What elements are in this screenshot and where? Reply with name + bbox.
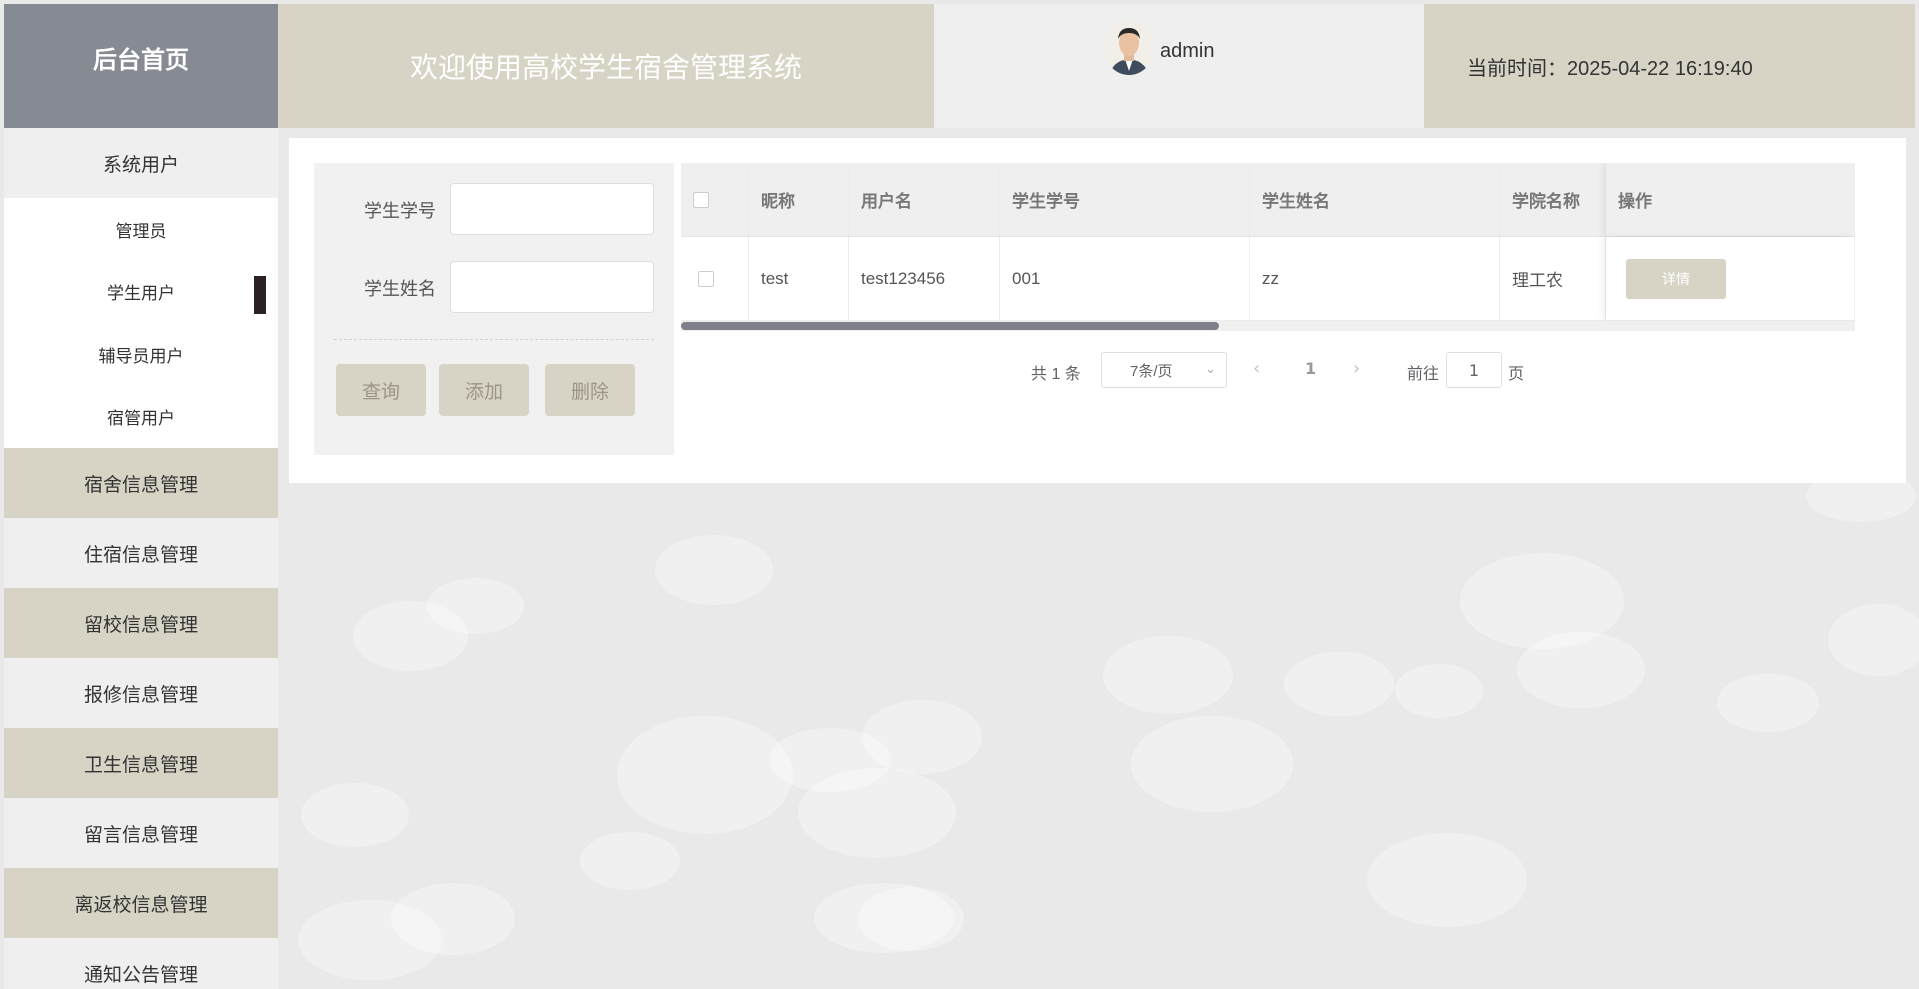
prev-page-icon[interactable]: ‹ [1253, 358, 1260, 379]
sidebar-group-system-users[interactable]: 系统用户 [4, 128, 278, 198]
sidebar-submenu: 管理员 学生用户 辅导员用户 宿管用户 [4, 198, 278, 448]
user-portrait-icon [1104, 21, 1154, 75]
column-header: 操作 [1606, 163, 1855, 236]
page-suffix: 页 [1508, 364, 1525, 383]
sidebar-item-student-users[interactable]: 学生用户 [4, 261, 278, 324]
sidebar-item-label: 学生用户 [107, 284, 175, 305]
page-size-value: 7条/页 [1130, 362, 1173, 380]
sidebar-item-admin[interactable]: 管理员 [4, 198, 278, 261]
sidebar-item-notice[interactable]: 通知公告管理 [4, 938, 278, 989]
goto-page-input[interactable]: 1 [1446, 352, 1502, 388]
chevron-down-icon: ⌄ [1205, 361, 1216, 376]
row-select-cell [681, 237, 749, 320]
sidebar-item-counselor-users[interactable]: 辅导员用户 [4, 323, 278, 386]
sidebar-item-repair-info[interactable]: 报修信息管理 [4, 658, 278, 728]
search-panel: 学生学号 学生姓名 查询 添加 删除 [314, 163, 674, 455]
student-name-label: 学生姓名 [364, 279, 436, 300]
student-no-input[interactable] [450, 183, 654, 235]
sidebar-item-message-info[interactable]: 留言信息管理 [4, 798, 278, 868]
student-no-label: 学生学号 [364, 201, 436, 222]
header-select-cell [681, 163, 749, 236]
divider [334, 339, 654, 340]
sidebar-item-dorm-info[interactable]: 宿舍信息管理 [4, 448, 278, 518]
username-cell: test123456 [849, 237, 1000, 320]
horizontal-scrollbar[interactable] [681, 321, 1855, 331]
table-row[interactable]: test test123456 001 zz 理工农 详情 [681, 237, 1855, 321]
column-header[interactable]: 用户名 [849, 163, 1000, 236]
nickname-cell: test [749, 237, 849, 320]
student-no-cell: 001 [1000, 237, 1250, 320]
sidebar: 系统用户 管理员 学生用户 辅导员用户 宿管用户 宿舍信息管理 住宿信息管理 留… [4, 128, 278, 989]
sidebar-item-stay-info[interactable]: 留校信息管理 [4, 588, 278, 658]
current-time: 当前时间：2025-04-22 16:19:40 [1424, 4, 1915, 128]
active-indicator [254, 275, 266, 314]
action-cell: 详情 [1606, 237, 1855, 320]
row-checkbox[interactable] [698, 270, 714, 287]
data-table: 昵称 用户名 学生学号 学生姓名 学院名称 操作 test test123456… [681, 163, 1855, 331]
goto-label: 前往 [1407, 364, 1440, 383]
delete-button[interactable]: 删除 [545, 364, 643, 424]
page-size-select[interactable]: 7条/页 ⌄ [1101, 352, 1227, 388]
detail-button[interactable]: 详情 [1626, 258, 1726, 299]
home-link[interactable]: 后台首页 [4, 4, 278, 128]
main-card: 学生学号 学生姓名 查询 添加 删除 昵称 用户名 学生学号 学生姓名 学院名称… [289, 138, 1906, 483]
column-header[interactable]: 学院名称 [1500, 163, 1606, 236]
college-cell: 理工农 [1500, 237, 1606, 320]
scrollbar-thumb[interactable] [681, 322, 1219, 330]
table-header: 昵称 用户名 学生学号 学生姓名 学院名称 操作 [681, 163, 1855, 237]
select-all-checkbox[interactable] [693, 191, 709, 208]
query-button[interactable]: 查询 [336, 364, 434, 424]
system-title: 欢迎使用高校学生宿舍管理系统 [278, 4, 934, 128]
student-name-cell: zz [1250, 237, 1500, 320]
sidebar-item-hygiene-info[interactable]: 卫生信息管理 [4, 728, 278, 798]
student-name-row: 学生姓名 [314, 261, 674, 313]
user-area: admin [934, 4, 1424, 128]
sidebar-item-dorm-manager-users[interactable]: 宿管用户 [4, 386, 278, 449]
next-page-icon[interactable]: › [1353, 358, 1360, 379]
sidebar-item-leave-return-info[interactable]: 离返校信息管理 [4, 868, 278, 938]
total-count: 共 1 条 [1031, 366, 1081, 383]
current-page[interactable]: 1 [1305, 359, 1316, 378]
column-header[interactable]: 学生学号 [1000, 163, 1250, 236]
column-header[interactable]: 学生姓名 [1250, 163, 1500, 236]
top-header: 后台首页 欢迎使用高校学生宿舍管理系统 admin 当前时间：2025-04-2… [0, 0, 1919, 128]
student-name-input[interactable] [450, 261, 654, 313]
student-no-row: 学生学号 [314, 183, 674, 235]
avatar[interactable] [1104, 21, 1154, 75]
column-header[interactable]: 昵称 [749, 163, 849, 236]
username-label[interactable]: admin [1160, 40, 1214, 63]
sidebar-item-lodging-info[interactable]: 住宿信息管理 [4, 518, 278, 588]
add-button[interactable]: 添加 [439, 364, 537, 424]
